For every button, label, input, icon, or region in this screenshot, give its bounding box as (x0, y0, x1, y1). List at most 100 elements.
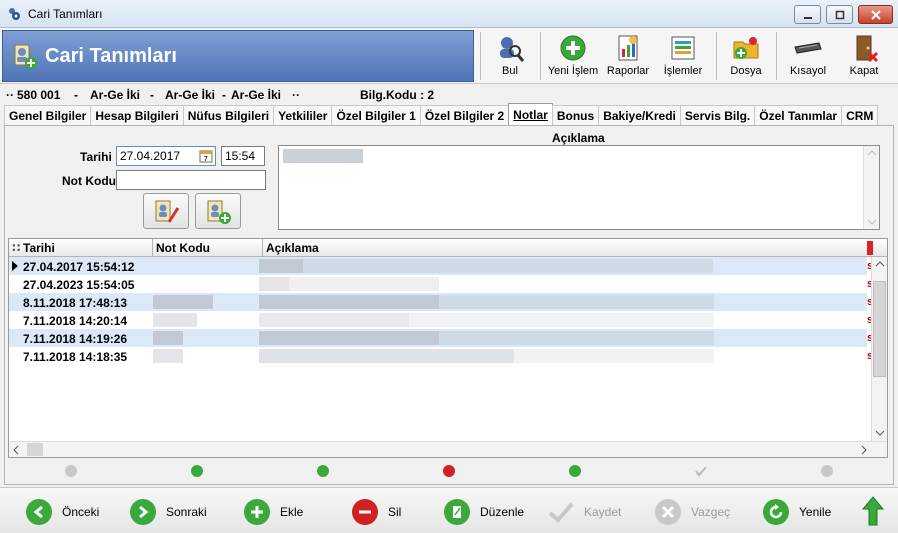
table-row[interactable]: 27.04.2023 15:54:05 s (9, 275, 873, 293)
grid-vertical-scrollbar[interactable] (871, 257, 887, 441)
tab-hesap-bilgileri[interactable]: Hesap Bilgileri (90, 105, 184, 125)
separator: - (222, 88, 226, 102)
operations-button[interactable]: İşlemler (660, 30, 706, 82)
account-code: 580 001 (17, 88, 61, 102)
file-button[interactable]: Dosya (724, 30, 768, 82)
maximize-button[interactable] (826, 5, 853, 24)
new-transaction-button[interactable]: Yeni İşlem (546, 30, 600, 82)
shortcut-label: Kısayol (789, 65, 827, 77)
tab-bonus[interactable]: Bonus (551, 105, 600, 125)
previous-label: Önceki (62, 505, 100, 519)
account-name-1: Ar-Ge İki (90, 88, 141, 102)
current-row-indicator (12, 261, 18, 271)
column-header-date[interactable]: Tarihi (23, 241, 55, 255)
next-button[interactable]: Sonraki (130, 498, 207, 526)
save-small-icon[interactable] (695, 465, 707, 477)
exit-button[interactable]: Kapat (844, 30, 884, 82)
description-label: Açıklama (552, 131, 605, 145)
toolbar-separator (480, 32, 481, 80)
add-label: Ekle (280, 505, 304, 519)
grid-horizontal-scrollbar[interactable] (9, 441, 887, 457)
table-row[interactable]: 8.11.2018 17:48:13 s (9, 293, 873, 311)
tab-servis-bilg-[interactable]: Servis Bilg. (679, 105, 756, 125)
edit-small-icon[interactable] (569, 465, 581, 477)
minus-icon (352, 499, 378, 525)
column-separator (262, 239, 263, 257)
row-date: 7.11.2018 14:20:14 (23, 314, 128, 328)
table-row[interactable]: 7.11.2018 14:18:35 s (9, 347, 873, 365)
refresh-label: Yenile (799, 505, 832, 519)
row-date: 8.11.2018 17:48:13 (23, 296, 128, 310)
add-small-icon[interactable] (317, 465, 329, 477)
cancel-small-icon[interactable] (821, 465, 833, 477)
tab--zel-tan-mlar[interactable]: Özel Tanımlar (754, 105, 843, 125)
scroll-thumb[interactable] (27, 443, 43, 456)
cancel-button[interactable]: Vazgeç (655, 498, 730, 526)
operations-icon (671, 36, 695, 60)
column-header-description[interactable]: Açıklama (266, 241, 319, 255)
find-button[interactable]: Bul (492, 30, 528, 82)
next-small-icon[interactable] (191, 465, 203, 477)
maximize-icon (835, 10, 844, 19)
add-button[interactable]: Ekle (244, 498, 303, 526)
next-label: Sonraki (166, 505, 207, 519)
account-info-row: ·· 580 001 - Ar-Ge İki - Ar-Ge İki - Ar-… (0, 85, 898, 105)
description-textarea[interactable] (278, 145, 880, 230)
calendar-icon[interactable]: 7 (199, 149, 213, 163)
edit-label: Düzenle (480, 505, 525, 519)
file-label: Dosya (730, 65, 762, 77)
window-title: Cari Tanımları (28, 7, 103, 21)
page-title: Cari Tanımları (45, 45, 177, 67)
tab-notlar[interactable]: Notlar (508, 103, 553, 125)
tab-genel-bilgiler[interactable]: Genel Bilgiler (4, 105, 92, 125)
tab-crm[interactable]: CRM (841, 105, 879, 125)
delete-small-icon[interactable] (443, 465, 455, 477)
tab--zel-bilgiler-2[interactable]: Özel Bilgiler 2 (419, 105, 510, 125)
minimize-button[interactable] (794, 5, 821, 24)
previous-button[interactable]: Önceki (26, 498, 99, 526)
grid-menu-icon[interactable]: ∷ (12, 241, 20, 255)
tab-strip: Genel Bilgiler Hesap Bilgileri Nüfus Bilgi… (4, 103, 879, 125)
shortcut-button[interactable]: Kısayol (784, 30, 832, 82)
table-row[interactable]: 27.04.2017 15:54:12 s (9, 257, 873, 275)
tab-n-fus-bilgileri[interactable]: Nüfus Bilgileri (182, 105, 275, 125)
scroll-thumb[interactable] (873, 281, 886, 377)
add-note-button[interactable] (195, 193, 241, 229)
time-input[interactable]: 15:54 (221, 146, 265, 166)
save-button[interactable]: Kaydet (548, 498, 621, 526)
row-date: 7.11.2018 14:18:35 (23, 350, 128, 364)
operations-label: İşlemler (663, 65, 703, 77)
edit-button[interactable]: Düzenle (444, 498, 524, 526)
bilg-code: Bilg.Kodu : 2 (360, 88, 434, 102)
redacted-text (283, 149, 363, 163)
reports-button[interactable]: Raporlar (604, 30, 652, 82)
scroll-to-top-icon[interactable] (862, 496, 884, 526)
edit-note-icon (155, 200, 180, 223)
delete-label: Sil (388, 505, 402, 519)
delete-button[interactable]: Sil (352, 498, 401, 526)
table-row[interactable]: 7.11.2018 14:19:26 s (9, 329, 873, 347)
row-date: 27.04.2017 15:54:12 (23, 260, 135, 274)
tab--zel-bilgiler-1[interactable]: Özel Bilgiler 1 (331, 105, 421, 125)
edit-note-button[interactable] (143, 193, 189, 229)
description-scrollbar[interactable] (863, 146, 879, 229)
separator: - (74, 88, 78, 102)
app-icon (9, 8, 20, 20)
column-header-note-code[interactable]: Not Kodu (156, 241, 210, 255)
redacted-text (259, 277, 439, 291)
tab-bakiye-kredi[interactable]: Bakiye/Kredi (598, 105, 681, 125)
refresh-button[interactable]: Yenile (763, 498, 831, 526)
row-date: 27.04.2023 15:54:05 (23, 278, 135, 292)
prev-small-icon[interactable] (65, 465, 77, 477)
note-code-input[interactable] (116, 170, 266, 190)
redacted-text (259, 349, 714, 363)
edit-icon (444, 499, 470, 525)
notes-grid: ∷ Tarihi Not Kodu Açıklama 27.04.2017 15… (8, 238, 888, 458)
table-row[interactable]: 7.11.2018 14:20:14 s (9, 311, 873, 329)
report-icon (618, 35, 638, 61)
save-label: Kaydet (584, 505, 622, 519)
close-button[interactable] (858, 5, 893, 24)
add-note-icon (207, 200, 231, 224)
tab-yetkililer[interactable]: Yetkililer (273, 105, 333, 125)
redacted-text (259, 331, 714, 345)
